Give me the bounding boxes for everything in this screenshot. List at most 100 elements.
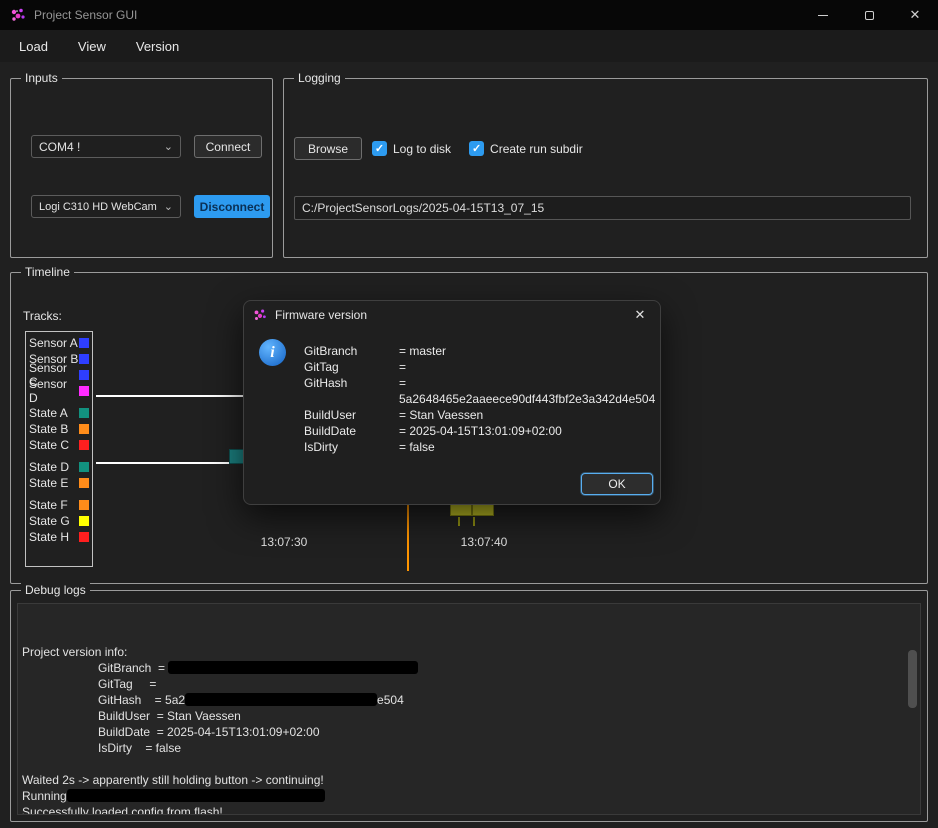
log-line bbox=[22, 756, 920, 772]
redaction-bar bbox=[168, 661, 418, 674]
minimize-icon bbox=[818, 15, 828, 16]
create-run-subdir-checkbox[interactable]: ✓ Create run subdir bbox=[469, 141, 583, 156]
firmware-info-row: BuildUser= Stan Vaessen bbox=[304, 407, 652, 423]
menu-item-view[interactable]: View bbox=[63, 33, 121, 60]
minimize-button[interactable] bbox=[800, 0, 846, 30]
log-line: Running bbox=[22, 788, 920, 804]
timeline-signal-segment bbox=[96, 395, 248, 397]
firmware-info-rows: GitBranch= masterGitTag=GitHash= 5a26484… bbox=[304, 343, 652, 455]
firmware-key: GitTag bbox=[304, 359, 399, 375]
dialog-title-bar: Firmware version ✕ bbox=[244, 301, 660, 329]
debug-logs-legend: Debug logs bbox=[21, 583, 90, 597]
log-text: Project version info: bbox=[22, 645, 127, 659]
log-line: Waited 2s -> apparently still holding bu… bbox=[22, 772, 920, 788]
firmware-key: IsDirty bbox=[304, 439, 399, 455]
chevron-down-icon: ⌄ bbox=[164, 140, 173, 153]
firmware-key: GitBranch bbox=[304, 343, 399, 359]
webcam-value: Logi C310 HD WebCam bbox=[39, 201, 157, 213]
debug-log-view[interactable]: Project version info: GitBranch = GitTag … bbox=[17, 603, 921, 815]
window-controls: ✕ bbox=[800, 0, 938, 30]
log-text: Running bbox=[22, 789, 67, 803]
debug-log-lines: Project version info: GitBranch = GitTag … bbox=[22, 644, 920, 815]
firmware-value: = Stan Vaessen bbox=[399, 407, 652, 423]
dialog-title: Firmware version bbox=[275, 308, 367, 322]
menu-item-version[interactable]: Version bbox=[121, 33, 194, 60]
logging-checkboxes: ✓ Log to disk ✓ Create run subdir bbox=[372, 141, 583, 156]
firmware-value: = 2025-04-15T13:01:09+02:00 bbox=[399, 423, 652, 439]
create-run-subdir-label: Create run subdir bbox=[490, 142, 583, 156]
webcam-select[interactable]: Logi C310 HD WebCam ⌄ bbox=[31, 195, 181, 218]
chevron-down-icon: ⌄ bbox=[164, 200, 173, 213]
maximize-button[interactable] bbox=[846, 0, 892, 30]
maximize-icon bbox=[865, 11, 874, 20]
log-text: GitBranch = bbox=[98, 661, 168, 675]
firmware-info-row: GitHash= 5a2648465e2aaeece90df443fbf2e3a… bbox=[304, 375, 652, 407]
log-to-disk-checkbox[interactable]: ✓ Log to disk bbox=[372, 141, 451, 156]
inputs-group: Inputs COM4 ! ⌄ Connect Logi C310 HD Web… bbox=[10, 78, 273, 258]
timeline-event-tick bbox=[458, 517, 460, 526]
firmware-info-row: GitBranch= master bbox=[304, 343, 652, 359]
log-line: BuildDate = 2025-04-15T13:01:09+02:00 bbox=[22, 724, 920, 740]
timeline-event-tick bbox=[473, 517, 475, 526]
menu-bar: LoadViewVersion bbox=[0, 30, 938, 62]
time-axis-label: 13:07:30 bbox=[234, 535, 334, 549]
log-text: BuildDate = 2025-04-15T13:01:09+02:00 bbox=[98, 725, 320, 739]
log-path-value: C:/ProjectSensorLogs/2025-04-15T13_07_15 bbox=[302, 201, 544, 215]
firmware-value: = 5a2648465e2aaeece90df443fbf2e3a342d4e5… bbox=[399, 375, 655, 407]
log-line: BuildUser = Stan Vaessen bbox=[22, 708, 920, 724]
log-line: IsDirty = false bbox=[22, 740, 920, 756]
log-text: Waited 2s -> apparently still holding bu… bbox=[22, 773, 324, 787]
time-axis-label: 13:07:40 bbox=[434, 535, 534, 549]
connect-button[interactable]: Connect bbox=[194, 135, 262, 158]
firmware-key: BuildDate bbox=[304, 423, 399, 439]
close-icon: ✕ bbox=[910, 7, 921, 23]
close-icon: ✕ bbox=[635, 307, 646, 323]
timeline-signal-segment bbox=[96, 462, 230, 464]
inputs-legend: Inputs bbox=[21, 71, 62, 85]
info-icon: i bbox=[259, 339, 286, 366]
com-port-select[interactable]: COM4 ! ⌄ bbox=[31, 135, 181, 158]
disconnect-button[interactable]: Disconnect bbox=[194, 195, 270, 218]
checkbox-check-icon: ✓ bbox=[372, 141, 387, 156]
checkbox-check-icon: ✓ bbox=[469, 141, 484, 156]
firmware-version-dialog: Firmware version ✕ i GitBranch= masterGi… bbox=[243, 300, 661, 505]
menu-item-load[interactable]: Load bbox=[4, 33, 63, 60]
log-line: Project version info: bbox=[22, 644, 920, 660]
firmware-info-row: GitTag= bbox=[304, 359, 652, 375]
log-to-disk-label: Log to disk bbox=[393, 142, 451, 156]
log-line: Successfully loaded config from flash! bbox=[22, 804, 920, 815]
logging-group: Logging Browse ✓ Log to disk ✓ Create ru… bbox=[283, 78, 928, 258]
log-text: IsDirty = false bbox=[98, 741, 181, 755]
log-text: Successfully loaded config from flash! bbox=[22, 805, 223, 815]
browse-button[interactable]: Browse bbox=[294, 137, 362, 160]
firmware-value: = false bbox=[399, 439, 652, 455]
log-text: GitTag = bbox=[98, 677, 156, 691]
window-title: Project Sensor GUI bbox=[34, 8, 137, 22]
logging-legend: Logging bbox=[294, 71, 345, 85]
log-line: GitHash = 5a2 e504 bbox=[22, 692, 920, 708]
log-line: GitBranch = bbox=[22, 660, 920, 676]
log-line: GitTag = bbox=[22, 676, 920, 692]
close-button[interactable]: ✕ bbox=[892, 0, 938, 30]
scrollbar-thumb[interactable] bbox=[908, 650, 917, 708]
info-icon-glyph: i bbox=[270, 344, 274, 362]
app-window: Project Sensor GUI ✕ LoadViewVersion Inp… bbox=[0, 0, 938, 828]
title-bar: Project Sensor GUI ✕ bbox=[0, 0, 938, 30]
redaction-bar bbox=[67, 789, 325, 802]
log-text: GitHash = 5a2 bbox=[98, 693, 185, 707]
firmware-key: BuildUser bbox=[304, 407, 399, 423]
firmware-value: = master bbox=[399, 343, 652, 359]
com-port-value: COM4 ! bbox=[39, 140, 80, 154]
log-text: e504 bbox=[377, 693, 404, 707]
app-icon bbox=[10, 7, 26, 23]
firmware-value: = bbox=[399, 359, 652, 375]
app-icon bbox=[253, 308, 267, 322]
firmware-info-row: IsDirty= false bbox=[304, 439, 652, 455]
firmware-key: GitHash bbox=[304, 375, 399, 407]
ok-button[interactable]: OK bbox=[581, 473, 653, 495]
dialog-close-button[interactable]: ✕ bbox=[620, 301, 660, 329]
debug-logs-group: Debug logs Project version info:GitBranc… bbox=[10, 590, 928, 822]
log-text: BuildUser = Stan Vaessen bbox=[98, 709, 241, 723]
log-path-input[interactable]: C:/ProjectSensorLogs/2025-04-15T13_07_15 bbox=[294, 196, 911, 220]
redaction-bar bbox=[185, 693, 377, 706]
